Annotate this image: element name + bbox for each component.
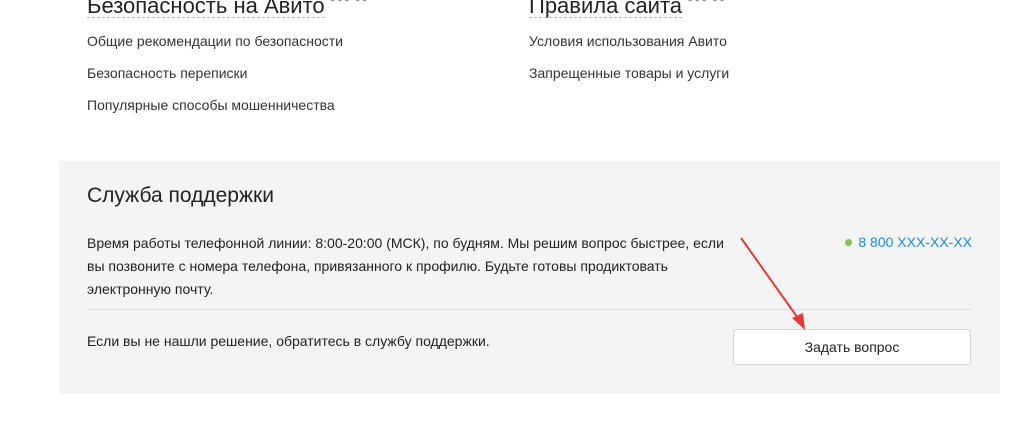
support-phone-number: 8 800 XXX-XX-XX	[858, 234, 972, 250]
online-status-dot-icon	[845, 238, 853, 246]
support-hours-text: Время работы телефонной линии: 8:00-20:0…	[87, 235, 724, 297]
safety-title: Безопасность на Авито ●●● ●●	[87, 0, 368, 18]
support-not-found-text: Если вы не нашли решение, обратитесь в с…	[87, 333, 490, 349]
rules-links: Условия использования Авито Запрещенные …	[529, 33, 729, 97]
support-panel: Служба поддержки Время работы телефонной…	[59, 161, 1000, 394]
safety-link-messaging[interactable]: Безопасность переписки	[87, 65, 343, 97]
rules-link-prohibited[interactable]: Запрещенные товары и услуги	[529, 65, 729, 97]
rules-title-text: Правила сайта	[529, 0, 683, 18]
support-phone[interactable]: 8 800 XXX-XX-XX	[845, 234, 972, 250]
safety-title-badge: ●●● ●●	[330, 0, 369, 11]
rules-link-terms[interactable]: Условия использования Авито	[529, 33, 729, 65]
safety-section: Безопасность на Авито ●●● ●● Общие реком…	[87, 0, 368, 129]
ask-question-button[interactable]: Задать вопрос	[733, 329, 971, 365]
rules-title-badge: ●●● ●●	[687, 0, 726, 11]
safety-title-text: Безопасность на Авито	[87, 0, 325, 18]
support-divider	[87, 309, 972, 310]
safety-link-general[interactable]: Общие рекомендации по безопасности	[87, 33, 343, 65]
help-page: Безопасность на Авито ●●● ●● Общие реком…	[0, 0, 1024, 437]
rules-section: Правила сайта ●●● ●● Условия использован…	[529, 0, 729, 97]
rules-title: Правила сайта ●●● ●●	[529, 0, 725, 18]
safety-link-fraud[interactable]: Популярные способы мошенничества	[87, 97, 343, 129]
support-title: Служба поддержки	[87, 184, 274, 207]
safety-links: Общие рекомендации по безопасности Безоп…	[87, 33, 343, 129]
